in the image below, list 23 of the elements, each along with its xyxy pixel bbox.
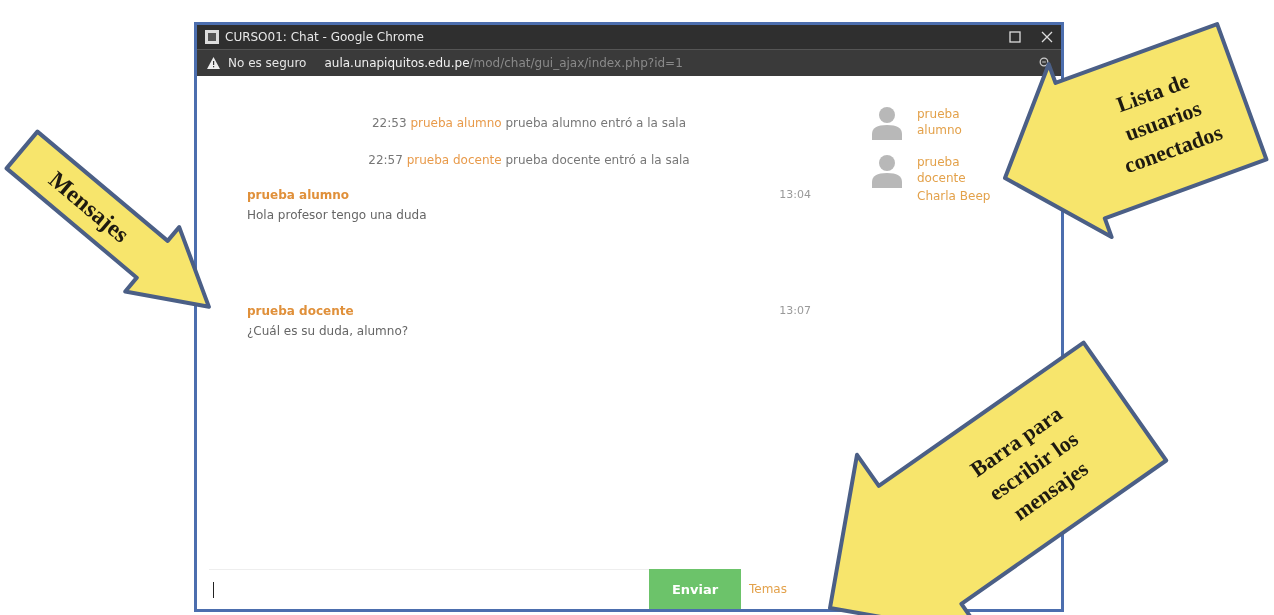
message-text: Hola profesor tengo una duda xyxy=(247,208,427,222)
warning-icon xyxy=(207,57,220,69)
message-author: prueba docente xyxy=(247,304,354,318)
system-message: 22:57 prueba docente prueba docente entró a la sala xyxy=(368,153,690,167)
themes-link[interactable]: Temas xyxy=(749,582,787,596)
close-icon[interactable] xyxy=(1041,31,1053,43)
security-status[interactable]: No es seguro xyxy=(228,56,307,70)
user-avatar-icon xyxy=(871,154,903,188)
system-message: 22:53 prueba alumno prueba alumno entró a la sala xyxy=(371,116,686,130)
user-name[interactable]: prueba docente xyxy=(917,154,997,186)
url-text[interactable]: aula.unapiquitos.edu.pe/mod/chat/gui_ajax/index.php?id=1 xyxy=(324,56,683,70)
message-time: 13:07 xyxy=(779,304,811,318)
window-title: CURSO01: Chat - Google Chrome xyxy=(225,30,424,44)
user-name[interactable]: prueba alumno xyxy=(917,106,997,138)
beep-link[interactable]: Charla Beep xyxy=(917,188,991,204)
message-author: prueba alumno xyxy=(247,188,350,202)
page-icon xyxy=(205,30,219,44)
message-text: ¿Cuál es su duda, alumno? xyxy=(247,324,409,338)
message-time: 13:04 xyxy=(779,188,811,202)
zoom-icon[interactable] xyxy=(1039,57,1051,69)
maximize-icon[interactable] xyxy=(1009,31,1021,43)
send-button[interactable]: Enviar xyxy=(649,569,741,609)
user-avatar-icon xyxy=(871,106,903,140)
